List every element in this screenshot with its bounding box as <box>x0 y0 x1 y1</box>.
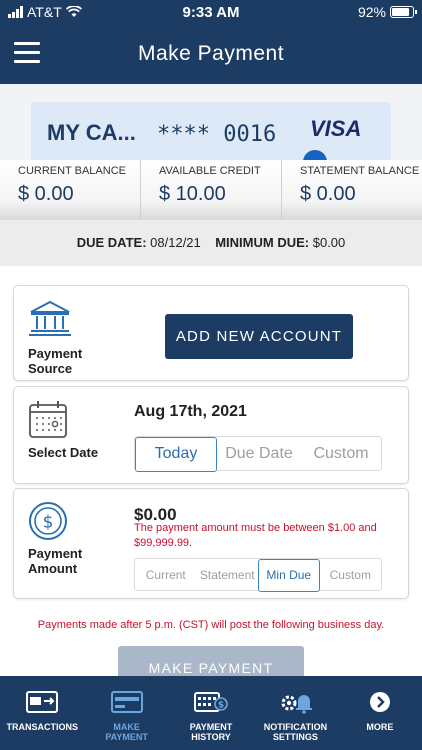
selected-date: Aug 17th, 2021 <box>134 403 247 420</box>
card-payment-icon <box>84 690 168 714</box>
page-title: Make Payment <box>137 42 285 65</box>
card-indicator-dot <box>303 150 327 160</box>
statement-balance-label: STATEMENT BALANCE <box>300 165 420 177</box>
due-date-label: DUE DATE: <box>76 235 147 250</box>
status-right: 92% <box>357 4 417 20</box>
tab-notification-settings[interactable]: NOTIFICATION SETTINGS <box>253 676 337 750</box>
payment-amount-label: Payment Amount <box>28 546 83 576</box>
card-carousel[interactable]: MY CA... **** 0016 VISA <box>0 84 422 160</box>
amount-option-current[interactable]: Current <box>135 559 197 592</box>
due-date-value: 08/12/21 <box>150 235 201 250</box>
visa-logo: VISA <box>310 116 362 141</box>
minimum-due-label: MINIMUM DUE: <box>215 235 310 250</box>
battery-percent: 92% <box>357 4 386 20</box>
current-balance-value: $ 0.00 <box>18 183 74 205</box>
credit-card[interactable]: MY CA... **** 0016 VISA <box>31 102 391 160</box>
tab-payment-history[interactable]: $ PAYMENT HISTORY <box>169 676 253 750</box>
chevron-right-circle-icon <box>338 690 422 714</box>
payment-source-panel: Payment Source ADD NEW ACCOUNT <box>13 285 409 381</box>
svg-text:$: $ <box>43 513 54 533</box>
tab-more[interactable]: MORE <box>338 676 422 750</box>
dollar-icon: $ <box>28 501 68 541</box>
card-number: **** 0016 <box>157 122 277 147</box>
cutoff-notice: Payments made after 5 p.m. (CST) will po… <box>37 619 385 631</box>
payment-amount-panel: $ Payment Amount $0.00 The payment amoun… <box>13 488 409 599</box>
current-balance-label: CURRENT BALANCE <box>18 165 126 177</box>
select-date-label: Select Date <box>28 445 99 460</box>
available-credit-value: $ 10.00 <box>159 183 226 205</box>
balance-summary: CURRENT BALANCE $ 0.00 AVAILABLE CREDIT … <box>0 160 422 220</box>
amount-segmented-control: Current Statement Min Due Custom <box>134 558 382 592</box>
tab-transactions[interactable]: TRANSACTIONS <box>0 676 84 750</box>
payment-amount-error: The payment amount must be between $1.00… <box>134 522 377 549</box>
date-option-custom[interactable]: Custom <box>301 437 381 472</box>
amount-option-min-due[interactable]: Min Due <box>258 559 320 592</box>
app-header: Make Payment <box>0 26 422 84</box>
select-date-panel: Select Date Aug 17th, 2021 Today Due Dat… <box>13 386 409 484</box>
date-option-due-date[interactable]: Due Date <box>217 437 301 472</box>
date-option-today[interactable]: Today <box>135 437 217 472</box>
card-name: MY CA... <box>47 120 136 145</box>
due-info: DUE DATE: 08/12/21 MINIMUM DUE: $0.00 <box>0 220 422 266</box>
available-credit: AVAILABLE CREDIT $ 10.00 <box>141 160 282 220</box>
date-segmented-control: Today Due Date Custom <box>134 436 382 472</box>
amount-option-statement[interactable]: Statement <box>197 559 259 592</box>
notification-settings-icon <box>253 690 337 714</box>
status-bar: AT&T 9:33 AM 92% <box>0 0 422 26</box>
bottom-tab-bar: TRANSACTIONS MAKE PAYMENT $ PAYMENT HIST… <box>0 676 422 750</box>
svg-text:$: $ <box>218 701 224 711</box>
statement-balance-value: $ 0.00 <box>300 183 356 205</box>
payment-source-label: Payment Source <box>28 346 83 376</box>
current-balance: CURRENT BALANCE $ 0.00 <box>0 160 141 220</box>
calendar-icon <box>28 399 68 439</box>
add-new-account-button[interactable]: ADD NEW ACCOUNT <box>165 314 353 359</box>
tab-make-payment[interactable]: MAKE PAYMENT <box>84 676 168 750</box>
bank-icon <box>28 299 72 337</box>
amount-option-custom[interactable]: Custom <box>320 559 382 592</box>
payment-history-icon: $ <box>169 690 253 714</box>
minimum-due-value: $0.00 <box>312 235 346 250</box>
available-credit-label: AVAILABLE CREDIT <box>159 165 261 177</box>
statement-balance: STATEMENT BALANCE $ 0.00 <box>282 160 422 220</box>
transactions-icon <box>0 690 84 714</box>
battery-icon <box>390 6 417 18</box>
